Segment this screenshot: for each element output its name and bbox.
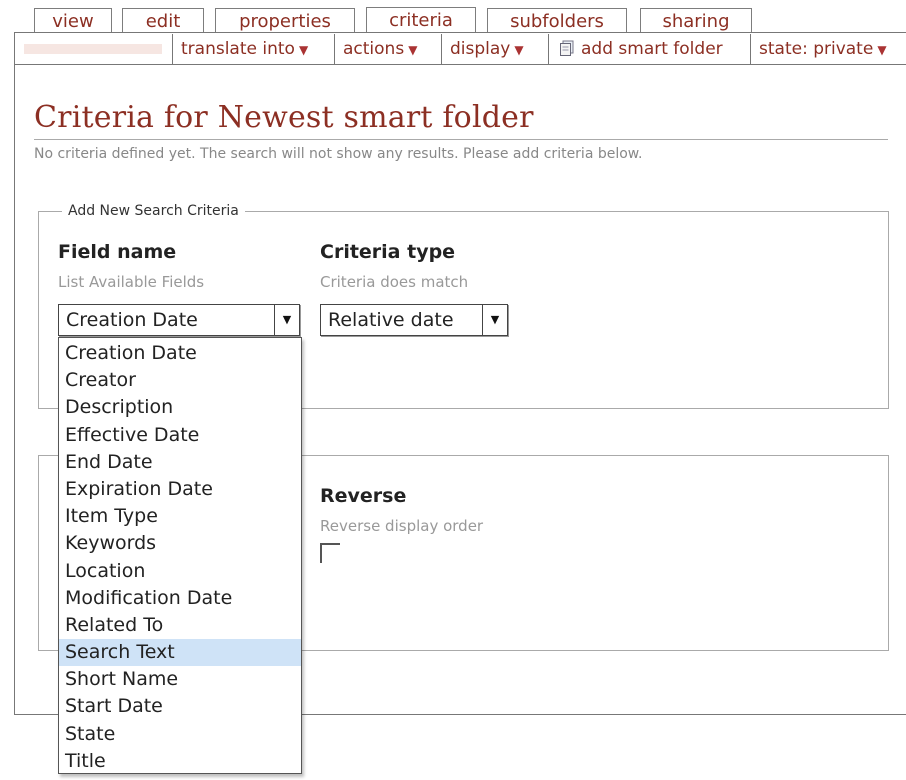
tab-edit[interactable]: edit bbox=[122, 8, 204, 32]
chevron-down-icon: ▼ bbox=[298, 43, 309, 57]
dropdown-option[interactable]: Title bbox=[59, 748, 301, 775]
dropdown-option[interactable]: Short Name bbox=[59, 666, 301, 693]
dropdown-option[interactable]: Creator bbox=[59, 367, 301, 394]
document-icon bbox=[560, 40, 574, 56]
reverse-help: Reverse display order bbox=[320, 517, 484, 535]
dropdown-option[interactable]: Description bbox=[59, 394, 301, 421]
field-name-help: List Available Fields bbox=[58, 273, 205, 291]
tab-properties[interactable]: properties bbox=[215, 8, 355, 32]
tab-subfolders[interactable]: subfolders bbox=[487, 8, 627, 32]
add-smart-folder-button[interactable]: add smart folder bbox=[548, 34, 750, 64]
criteria-type-label: Criteria type bbox=[320, 241, 456, 263]
field-name-select[interactable]: Creation Date ▼ bbox=[58, 304, 300, 336]
dropdown-option[interactable]: Effective Date bbox=[59, 422, 301, 449]
dropdown-option[interactable]: Expiration Date bbox=[59, 476, 301, 503]
dropdown-option[interactable]: Related To bbox=[59, 612, 301, 639]
tab-view[interactable]: view bbox=[34, 8, 112, 32]
tab-gap-strip bbox=[24, 44, 162, 54]
add-smart-folder-label: add smart folder bbox=[581, 39, 723, 59]
title-divider bbox=[34, 139, 888, 140]
state-menu[interactable]: state: private ▼ bbox=[750, 34, 906, 64]
triangle-down-icon[interactable]: ▼ bbox=[482, 305, 507, 335]
tab-baseline bbox=[14, 32, 906, 33]
dropdown-option[interactable]: End Date bbox=[59, 449, 301, 476]
dropdown-option[interactable]: Search Text bbox=[59, 639, 301, 667]
page-description: No criteria defined yet. The search will… bbox=[34, 146, 643, 162]
dropdown-option[interactable]: Start Date bbox=[59, 693, 301, 720]
field-name-value: Creation Date bbox=[66, 309, 198, 331]
toolbar-divider bbox=[14, 64, 174, 65]
reverse-label: Reverse bbox=[320, 485, 407, 507]
chevron-down-icon: ▼ bbox=[408, 43, 418, 57]
tab-criteria[interactable]: criteria bbox=[366, 7, 476, 33]
dropdown-option[interactable]: Item Type bbox=[59, 503, 301, 530]
actions-label: actions bbox=[343, 39, 405, 59]
display-label: display bbox=[450, 39, 511, 59]
page-title: Criteria for Newest smart folder bbox=[34, 100, 534, 135]
add-criteria-legend: Add New Search Criteria bbox=[62, 203, 245, 219]
field-name-dropdown-list[interactable]: Creation Date Creator Description Effective… bbox=[58, 337, 302, 774]
chevron-down-icon: ▼ bbox=[514, 43, 524, 57]
field-name-label: Field name bbox=[58, 241, 177, 263]
criteria-type-value: Relative date bbox=[328, 309, 454, 331]
chevron-down-icon: ▼ bbox=[877, 43, 887, 57]
dropdown-option[interactable]: Location bbox=[59, 558, 301, 585]
criteria-type-help: Criteria does match bbox=[320, 273, 469, 291]
translate-label: translate into bbox=[181, 39, 295, 59]
dropdown-option[interactable]: Keywords bbox=[59, 530, 301, 557]
display-menu[interactable]: display ▼ bbox=[441, 34, 548, 64]
dropdown-option[interactable]: Modification Date bbox=[59, 585, 301, 612]
dropdown-option[interactable]: Creation Date bbox=[59, 340, 301, 367]
dropdown-option[interactable]: State bbox=[59, 721, 301, 748]
translate-menu[interactable]: translate into ▼ bbox=[172, 34, 334, 64]
actions-menu[interactable]: actions ▼ bbox=[334, 34, 441, 64]
state-label: state: private bbox=[759, 39, 874, 59]
reverse-checkbox[interactable] bbox=[320, 543, 340, 563]
criteria-type-select[interactable]: Relative date ▼ bbox=[320, 304, 508, 336]
triangle-down-icon[interactable]: ▼ bbox=[274, 305, 299, 335]
tab-sharing[interactable]: sharing bbox=[640, 8, 752, 32]
